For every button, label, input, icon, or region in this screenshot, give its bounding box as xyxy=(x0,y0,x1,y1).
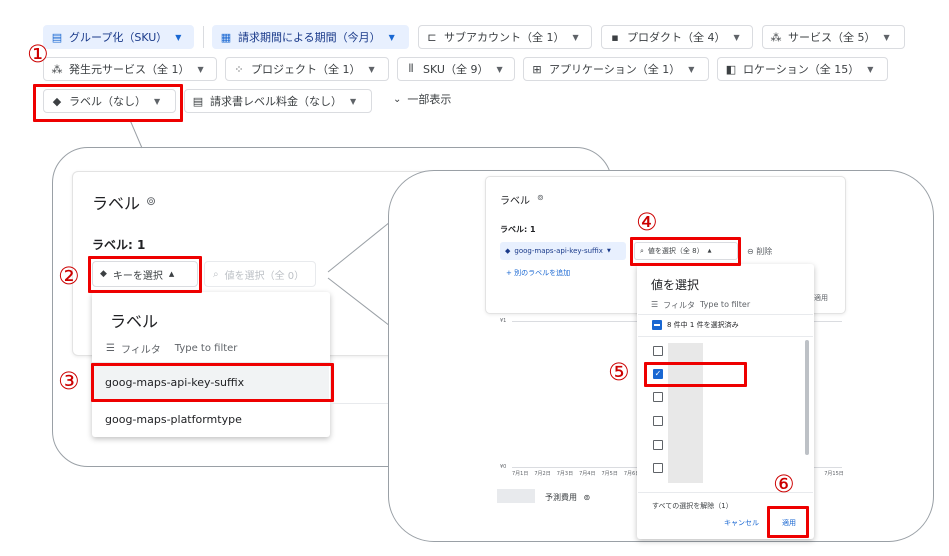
value-dropdown-title: 値を選択 xyxy=(651,278,700,292)
clear-all-button[interactable]: すべての選択を解除（1） xyxy=(652,501,733,511)
help-icon[interactable]: ⊚ xyxy=(584,493,591,502)
grid-icon: ▤ xyxy=(51,30,63,44)
project-chip[interactable]: ⁘ プロジェクト（全 1） ▼ xyxy=(225,57,389,81)
value-checkbox[interactable] xyxy=(653,463,663,473)
callout-5: ⑤ xyxy=(608,358,630,386)
application-chip[interactable]: ⊞ アプリケーション（全 1） ▼ xyxy=(523,57,709,81)
product-chip[interactable]: ▪ プロダクト（全 4） ▼ xyxy=(601,25,753,49)
callout-6: ⑥ xyxy=(773,470,795,498)
callout-3: ③ xyxy=(58,367,80,395)
location-chip[interactable]: ◧ ロケーション（全 15） ▼ xyxy=(717,57,888,81)
callout-2: ② xyxy=(58,262,80,290)
delete-button[interactable]: ⊖ 削除 xyxy=(747,246,772,257)
scrollbar[interactable] xyxy=(805,340,809,455)
highlight-key-option xyxy=(91,363,334,402)
label-panel-title: ラベル xyxy=(92,194,141,213)
subaccount-chip[interactable]: ⊏ サブアカウント（全 1） ▼ xyxy=(418,25,592,49)
sku-chip[interactable]: ⦀ SKU（全 9） ▼ xyxy=(397,57,515,81)
divider xyxy=(330,403,390,404)
partial-display-toggle[interactable]: ⌄ 一部表示 xyxy=(393,91,451,107)
chevron-down-icon: ▼ xyxy=(572,32,579,42)
filter-icon: ☰ xyxy=(651,300,659,309)
chevron-down-icon: ▼ xyxy=(606,248,611,254)
search-icon: ⌕ xyxy=(213,268,219,280)
chevron-down-icon: ▼ xyxy=(175,32,182,42)
highlight-label-chip xyxy=(33,84,183,122)
invoice-icon: ▤ xyxy=(192,94,204,108)
invoice-level-chip[interactable]: ▤ 請求書レベル料金（なし） ▼ xyxy=(184,89,372,113)
chevron-down-icon: ▼ xyxy=(197,64,204,74)
bubble-pointer-right xyxy=(327,221,391,327)
y-axis-top-label: ¥1 xyxy=(500,318,507,324)
selection-summary[interactable]: 8 件中 1 件を選択済み xyxy=(652,320,739,330)
chevron-down-icon: ▼ xyxy=(388,32,395,42)
apply-hint: 適用 xyxy=(814,294,828,302)
highlight-value-select xyxy=(630,237,741,266)
remove-icon: ⊖ xyxy=(747,247,754,256)
sku-icon: ⦀ xyxy=(408,62,414,75)
callout-4: ④ xyxy=(636,208,658,236)
key-chip[interactable]: ◆ goog-maps-api-key-suffix ▼ xyxy=(500,242,626,260)
label-tag-icon: ◆ xyxy=(505,247,511,255)
collapse-icon: ⌄ xyxy=(393,93,402,105)
chevron-down-icon: ▼ xyxy=(883,32,890,42)
project-icon: ⁘ xyxy=(234,62,244,76)
key-dropdown-title: ラベル xyxy=(110,312,159,331)
highlight-apply-button xyxy=(767,506,809,538)
product-icon: ▪ xyxy=(611,30,619,44)
service-chip[interactable]: ⁂ サービス（全 5） ▼ xyxy=(762,25,905,49)
value-checkbox[interactable] xyxy=(653,392,663,402)
bubble-pointer-left xyxy=(129,119,143,149)
key-option[interactable]: goog-maps-platformtype xyxy=(105,413,242,426)
highlight-key-select xyxy=(88,256,202,293)
highlight-value-checkbox xyxy=(644,362,747,387)
value-checkbox[interactable] xyxy=(653,440,663,450)
cancel-button[interactable]: キャンセル xyxy=(724,518,759,528)
legend-label: 予測費用 ⊚ xyxy=(545,493,591,502)
chevron-down-icon: ▼ xyxy=(496,64,503,74)
service-icon: ⁂ xyxy=(770,30,782,44)
chevron-down-icon: ▼ xyxy=(688,64,695,74)
chevron-down-icon: ▼ xyxy=(368,64,375,74)
filter-icon: ☰ xyxy=(106,343,115,354)
help-icon[interactable]: ⊚ xyxy=(537,193,544,202)
source-service-chip[interactable]: ⁂ 発生元サービス（全 1） ▼ xyxy=(43,57,217,81)
y-axis-bottom-label: ¥0 xyxy=(500,464,507,470)
divider xyxy=(638,314,813,315)
group-by-chip[interactable]: ▤ グループ化（SKU） ▼ xyxy=(43,25,194,49)
period-chip[interactable]: ▦ 請求期間による期間（今月） ▼ xyxy=(212,25,409,49)
label-panel-title: ラベル xyxy=(500,196,530,207)
source-service-icon: ⁂ xyxy=(51,62,63,76)
value-checkbox[interactable] xyxy=(653,346,663,356)
callout-1: ① xyxy=(27,40,49,68)
value-checkbox[interactable] xyxy=(653,416,663,426)
divider xyxy=(203,26,204,48)
value-filter[interactable]: ☰ フィルタ Type to filter xyxy=(651,300,750,311)
chevron-down-icon: ▼ xyxy=(733,32,740,42)
label-count: ラベル: 1 xyxy=(500,225,536,234)
key-filter[interactable]: ☰ フィルタ Type to filter xyxy=(106,341,237,356)
indeterminate-checkbox-icon[interactable] xyxy=(652,320,662,330)
location-icon: ◧ xyxy=(725,62,737,76)
calendar-icon: ▦ xyxy=(220,30,232,44)
add-label-link[interactable]: + 別のラベルを追加 xyxy=(506,268,570,278)
subaccount-icon: ⊏ xyxy=(427,30,437,44)
chevron-down-icon: ▼ xyxy=(867,64,874,74)
label-count: ラベル: 1 xyxy=(92,238,146,252)
help-icon[interactable]: ⊚ xyxy=(146,194,156,208)
legend-swatch xyxy=(497,489,535,503)
chevron-down-icon: ▼ xyxy=(350,96,357,106)
application-icon: ⊞ xyxy=(532,62,542,76)
divider xyxy=(638,336,813,337)
